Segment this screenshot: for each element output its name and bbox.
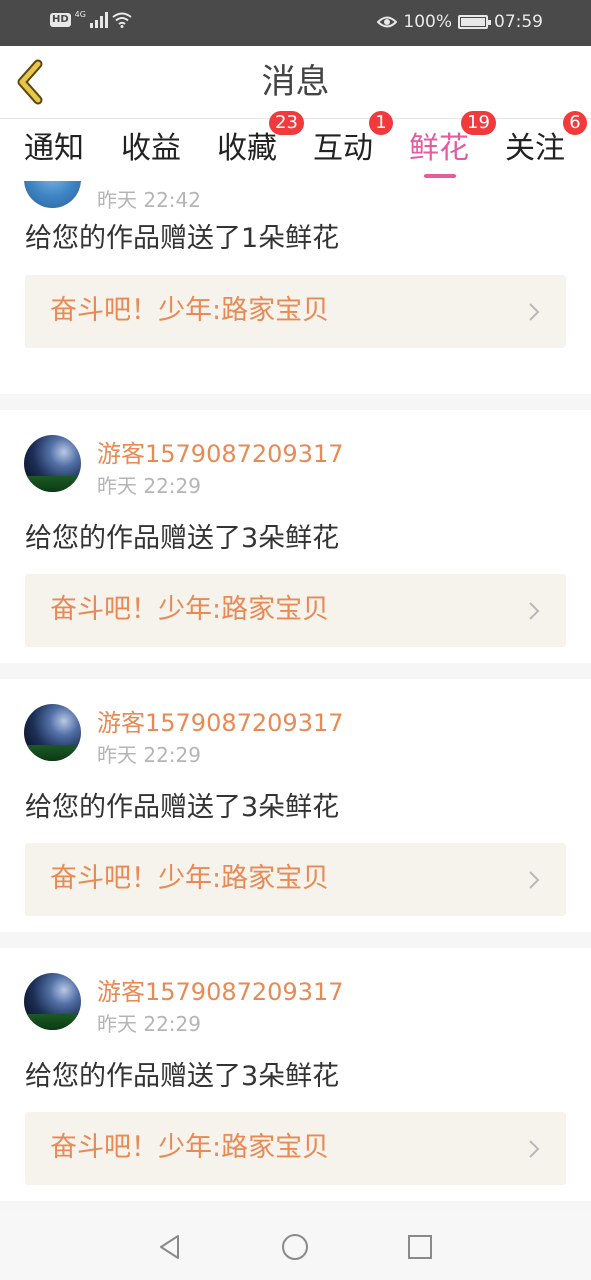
tab-notifications[interactable]: 通知 — [24, 129, 84, 169]
nav-home-button[interactable] — [278, 1230, 312, 1264]
feed-item: 游客1579087209317 昨天 22:29 给您的作品赠送了3朵鲜花 奋斗… — [0, 948, 591, 1201]
card-separator — [0, 663, 591, 679]
signal-icon — [89, 12, 108, 28]
work-title: 奋斗吧！少年:路家宝贝 — [50, 295, 330, 326]
work-link[interactable]: 奋斗吧！少年:路家宝贝 — [25, 275, 566, 348]
work-link[interactable]: 奋斗吧！少年:路家宝贝 — [25, 574, 566, 647]
gift-message: 给您的作品赠送了3朵鲜花 — [25, 523, 340, 554]
status-bar: HD 4G 100% 07:59 — [0, 0, 591, 46]
feed-item: 游客1579087209317 昨天 22:29 给您的作品赠送了3朵鲜花 奋斗… — [0, 679, 591, 932]
clock: 07:59 — [494, 12, 543, 32]
tab-label: 关注 — [505, 131, 565, 166]
feed-item: 佛方 昨天 22:42 给您的作品赠送了1朵鲜花 奋斗吧！少年:路家宝贝 — [0, 181, 591, 394]
chevron-right-icon — [529, 871, 540, 889]
avatar[interactable] — [24, 704, 81, 761]
feed-item: 游客1579087209317 昨天 22:29 给您的作品赠送了3朵鲜花 奋斗… — [0, 410, 591, 663]
tab-favorites[interactable]: 收藏 — [217, 129, 277, 169]
gift-message: 给您的作品赠送了3朵鲜花 — [25, 792, 340, 823]
network-type: 4G — [74, 9, 86, 19]
circle-home-icon — [282, 1234, 308, 1260]
tab-label: 互动 — [313, 131, 373, 166]
tab-interactions[interactable]: 互动 — [313, 129, 373, 169]
sender-name[interactable]: 佛方 — [97, 181, 145, 185]
favorites-badge: 23 — [269, 111, 304, 135]
gift-message: 给您的作品赠送了3朵鲜花 — [25, 1061, 340, 1092]
wifi-icon — [112, 12, 132, 28]
tab-follows[interactable]: 关注 — [505, 129, 565, 169]
gift-time: 昨天 22:29 — [97, 743, 201, 767]
square-recent-icon — [408, 1235, 432, 1259]
tab-label: 通知 — [24, 131, 84, 166]
sender-name[interactable]: 游客1579087209317 — [97, 708, 344, 738]
work-title: 奋斗吧！少年:路家宝贝 — [50, 863, 330, 894]
avatar[interactable] — [24, 181, 81, 208]
chevron-right-icon — [529, 1140, 540, 1158]
gift-time: 昨天 22:29 — [97, 1012, 201, 1036]
active-tab-indicator — [424, 174, 456, 178]
app-header: 消息 — [0, 46, 591, 118]
status-right: 100% 07:59 — [377, 11, 543, 33]
nav-recent-button[interactable] — [403, 1230, 437, 1264]
tab-bar: 通知 收益 收藏 互动 鲜花 关注 23 1 19 6 — [0, 111, 591, 181]
work-link[interactable]: 奋斗吧！少年:路家宝贝 — [25, 843, 566, 916]
gift-time: 昨天 22:29 — [97, 474, 201, 498]
system-nav-bar — [0, 1212, 591, 1280]
card-separator — [0, 1201, 591, 1212]
tab-label: 鲜花 — [409, 131, 469, 166]
eye-icon — [377, 16, 398, 28]
tab-label: 收藏 — [217, 131, 277, 166]
chevron-right-icon — [529, 303, 540, 321]
avatar[interactable] — [24, 973, 81, 1030]
avatar[interactable] — [24, 435, 81, 492]
gift-time: 昨天 22:42 — [97, 188, 201, 212]
work-title: 奋斗吧！少年:路家宝贝 — [50, 594, 330, 625]
work-link[interactable]: 奋斗吧！少年:路家宝贝 — [25, 1112, 566, 1185]
nav-back-button[interactable] — [153, 1230, 187, 1264]
status-left: HD 4G — [50, 9, 132, 28]
card-separator — [0, 394, 591, 410]
gift-message: 给您的作品赠送了1朵鲜花 — [25, 223, 340, 254]
flowers-badge: 19 — [461, 111, 496, 135]
tab-label: 收益 — [121, 131, 181, 166]
sender-name[interactable]: 游客1579087209317 — [97, 977, 344, 1007]
battery-icon — [458, 15, 491, 29]
hd-indicator: HD — [50, 13, 71, 27]
flower-feed[interactable]: 佛方 昨天 22:42 给您的作品赠送了1朵鲜花 奋斗吧！少年:路家宝贝 游客1… — [0, 181, 591, 1212]
page-title: 消息 — [261, 62, 330, 102]
triangle-back-icon — [160, 1235, 179, 1259]
sender-name[interactable]: 游客1579087209317 — [97, 439, 344, 469]
chevron-right-icon — [529, 602, 540, 620]
work-title: 奋斗吧！少年:路家宝贝 — [50, 1132, 330, 1163]
card-separator — [0, 932, 591, 948]
battery-percent: 100% — [403, 12, 452, 32]
tab-earnings[interactable]: 收益 — [121, 129, 181, 169]
follows-badge: 6 — [563, 111, 587, 135]
tab-flowers[interactable]: 鲜花 — [409, 129, 469, 169]
interactions-badge: 1 — [369, 111, 393, 135]
